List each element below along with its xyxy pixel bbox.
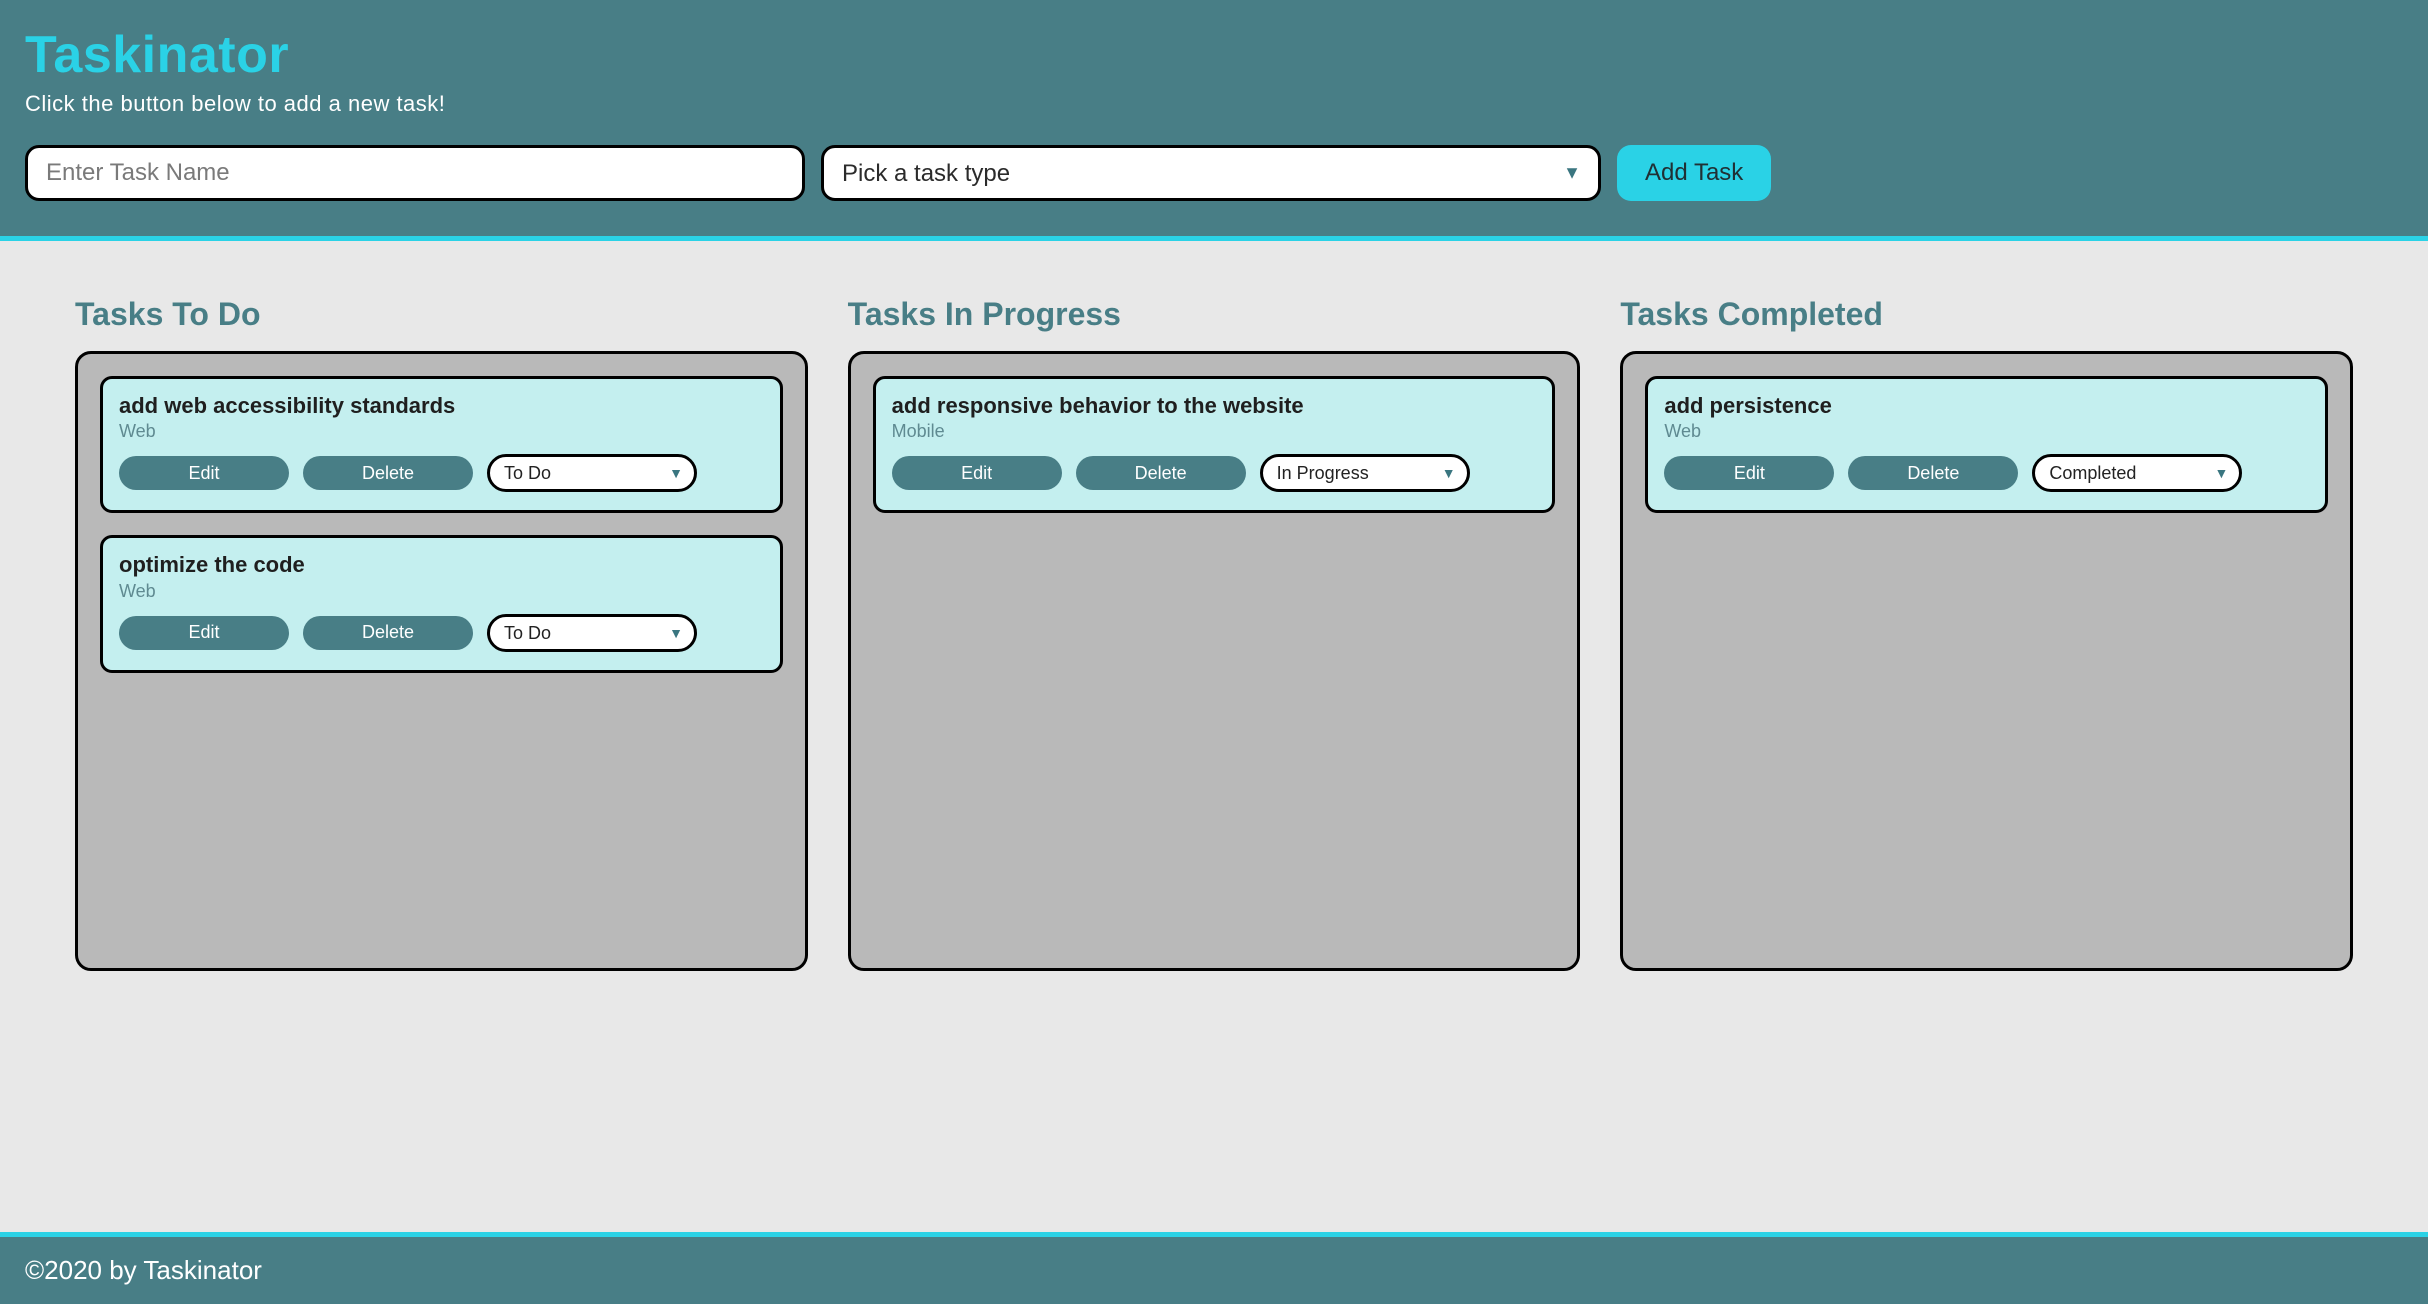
task-card: add persistence Web Edit Delete Complete… xyxy=(1645,376,2328,513)
task-title: add persistence xyxy=(1664,393,2309,419)
task-actions: Edit Delete In Progress ▼ xyxy=(892,454,1537,492)
task-title: optimize the code xyxy=(119,552,764,578)
task-actions: Edit Delete To Do ▼ xyxy=(119,454,764,492)
edit-button[interactable]: Edit xyxy=(119,616,289,650)
task-list-completed: add persistence Web Edit Delete Complete… xyxy=(1620,351,2353,971)
task-type-select[interactable]: Pick a task type xyxy=(821,145,1601,201)
delete-button[interactable]: Delete xyxy=(303,616,473,650)
main: Tasks To Do add web accessibility standa… xyxy=(0,241,2428,1232)
task-name-input[interactable] xyxy=(25,145,805,201)
task-list-todo: add web accessibility standards Web Edit… xyxy=(75,351,808,971)
task-type: Mobile xyxy=(892,421,1537,442)
delete-button[interactable]: Delete xyxy=(1076,456,1246,490)
column-completed: Tasks Completed add persistence Web Edit… xyxy=(1620,296,2353,1192)
task-form: Pick a task type ▼ Add Task xyxy=(25,145,2403,201)
status-select[interactable]: In Progress xyxy=(1260,454,1470,492)
task-type: Web xyxy=(1664,421,2309,442)
task-actions: Edit Delete Completed ▼ xyxy=(1664,454,2309,492)
task-list-in-progress: add responsive behavior to the website M… xyxy=(848,351,1581,971)
delete-button[interactable]: Delete xyxy=(1848,456,2018,490)
task-type: Web xyxy=(119,581,764,602)
status-select[interactable]: Completed xyxy=(2032,454,2242,492)
column-title-in-progress: Tasks In Progress xyxy=(848,296,1581,333)
task-card: add responsive behavior to the website M… xyxy=(873,376,1556,513)
edit-button[interactable]: Edit xyxy=(119,456,289,490)
status-select[interactable]: To Do xyxy=(487,454,697,492)
edit-button[interactable]: Edit xyxy=(892,456,1062,490)
column-todo: Tasks To Do add web accessibility standa… xyxy=(75,296,808,1192)
column-title-completed: Tasks Completed xyxy=(1620,296,2353,333)
header: Taskinator Click the button below to add… xyxy=(0,0,2428,241)
task-type: Web xyxy=(119,421,764,442)
column-title-todo: Tasks To Do xyxy=(75,296,808,333)
footer-text: ©2020 by Taskinator xyxy=(25,1255,262,1285)
status-select[interactable]: To Do xyxy=(487,614,697,652)
footer: ©2020 by Taskinator xyxy=(0,1232,2428,1304)
app-title: Taskinator xyxy=(25,25,2403,85)
task-title: add responsive behavior to the website xyxy=(892,393,1537,419)
task-card: add web accessibility standards Web Edit… xyxy=(100,376,783,513)
task-card: optimize the code Web Edit Delete To Do … xyxy=(100,535,783,672)
app-subtitle: Click the button below to add a new task… xyxy=(25,91,2403,117)
add-task-button[interactable]: Add Task xyxy=(1617,145,1771,201)
delete-button[interactable]: Delete xyxy=(303,456,473,490)
edit-button[interactable]: Edit xyxy=(1664,456,1834,490)
task-actions: Edit Delete To Do ▼ xyxy=(119,614,764,652)
task-title: add web accessibility standards xyxy=(119,393,764,419)
column-in-progress: Tasks In Progress add responsive behavio… xyxy=(848,296,1581,1192)
